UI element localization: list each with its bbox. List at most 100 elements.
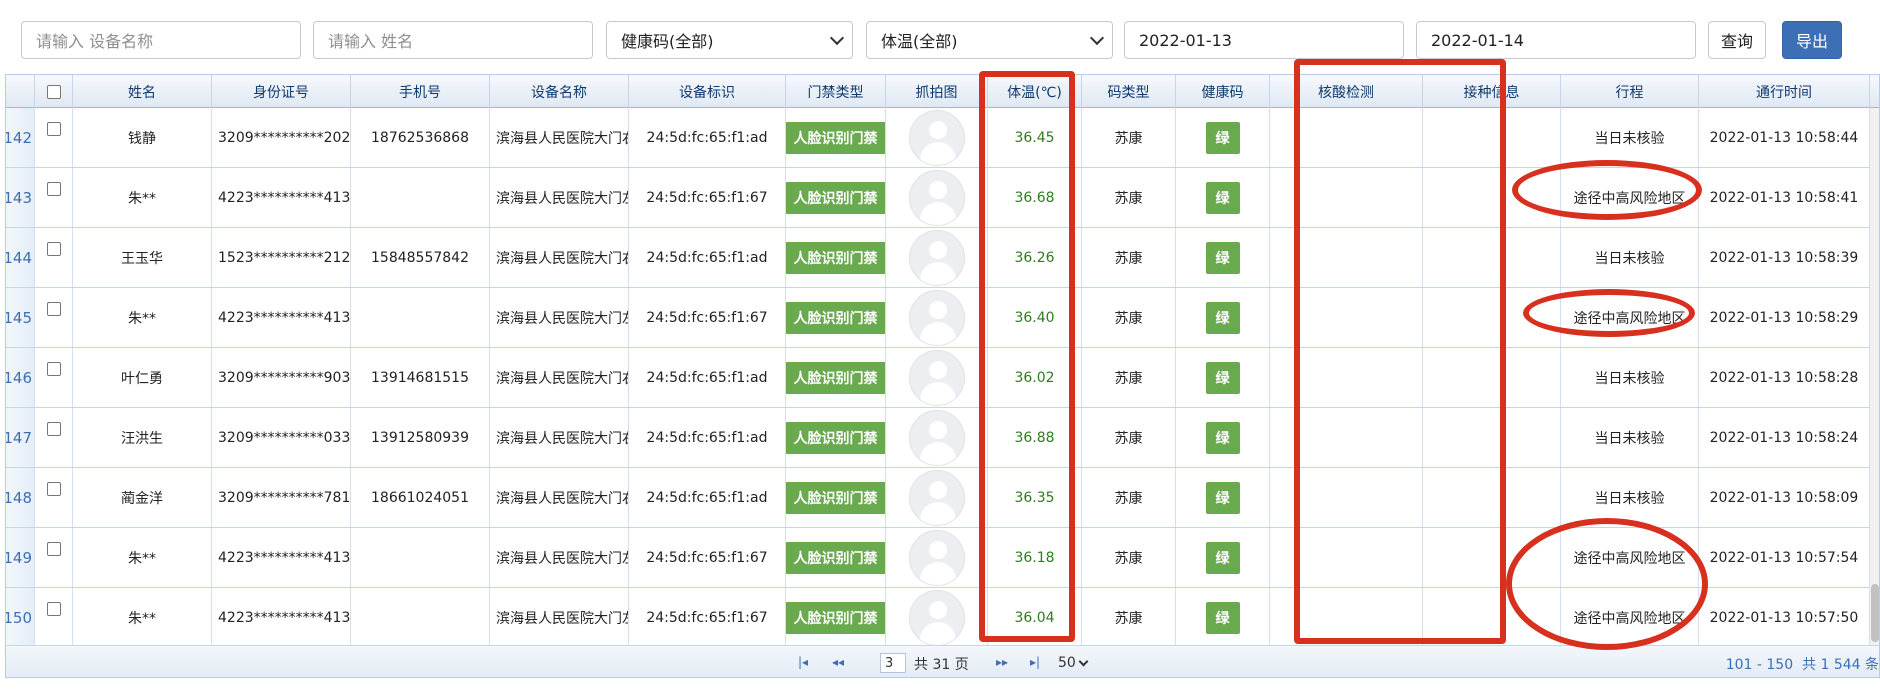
cell-gate: 人脸识别门禁	[786, 168, 886, 227]
scrollbar-thumb[interactable]	[1871, 584, 1879, 642]
header-nucleic: 核酸检测	[1270, 75, 1423, 108]
avatar-body	[919, 561, 956, 585]
cell-nucleic	[1270, 288, 1423, 347]
health-code-badge: 绿	[1205, 541, 1240, 574]
cell-trip: 当日未核验	[1561, 468, 1699, 527]
row-checkbox[interactable]	[46, 182, 61, 196]
row-select-cell	[35, 528, 73, 587]
snapshot-avatar[interactable]	[908, 349, 965, 406]
cell-temp: 36.45	[988, 108, 1082, 167]
cell-photo	[886, 288, 988, 347]
cell-trip: 途径中高风险地区	[1561, 288, 1699, 347]
row-number: 147	[6, 408, 35, 467]
snapshot-avatar[interactable]	[908, 529, 965, 586]
cell-device: 滨海县人民医院大门右侧	[490, 468, 629, 527]
row-checkbox[interactable]	[46, 242, 61, 256]
row-checkbox[interactable]	[46, 302, 61, 316]
device-name-input[interactable]: 请输入 设备名称	[21, 21, 301, 59]
cell-phone: 18762536868	[351, 108, 490, 167]
row-checkbox[interactable]	[46, 602, 61, 616]
last-page-icon[interactable]: ▸|	[1030, 655, 1040, 669]
cell-photo	[886, 528, 988, 587]
query-button[interactable]: 查询	[1708, 21, 1766, 59]
chevron-down-icon	[1078, 656, 1089, 666]
cell-name: 钱静	[73, 108, 212, 167]
cell-phone	[351, 288, 490, 347]
avatar-body	[919, 441, 956, 465]
snapshot-avatar[interactable]	[908, 289, 965, 346]
avatar-body	[919, 141, 956, 165]
table-row[interactable]: 149 朱**4223**********4134 滨海县人民医院大门左侧24:5d…	[6, 528, 1879, 588]
table-row[interactable]: 144 王玉华 1523**********2127 15848557842 滨海县人民…	[6, 228, 1879, 288]
table-row[interactable]: 147 汪洪生 3209**********0338 13912580939 滨海县人民…	[6, 408, 1879, 468]
cell-nucleic	[1270, 588, 1423, 647]
table-row[interactable]: 148 蔺金洋 3209**********7811 18661024051 滨海县人民…	[6, 468, 1879, 528]
cell-vaccine	[1423, 108, 1561, 167]
row-checkbox[interactable]	[46, 482, 61, 496]
row-checkbox[interactable]	[46, 542, 61, 556]
cell-gate: 人脸识别门禁	[786, 288, 886, 347]
table-row[interactable]: 146 叶仁勇 3209**********9033 13914681515 滨海县人民…	[6, 348, 1879, 408]
page-number-input[interactable]: 3	[880, 653, 906, 673]
cell-code: 绿	[1176, 528, 1270, 587]
export-button[interactable]: 导出	[1782, 21, 1842, 59]
select-all-checkbox[interactable]	[46, 84, 61, 99]
cell-temp: 36.88	[988, 408, 1082, 467]
cell-nucleic	[1270, 408, 1423, 467]
health-code-select[interactable]: 健康码(全部)	[606, 21, 853, 59]
chevron-down-icon	[1089, 30, 1105, 45]
cell-temp: 36.68	[988, 168, 1082, 227]
snapshot-avatar[interactable]	[908, 589, 965, 646]
cell-name: 王玉华	[73, 228, 212, 287]
snapshot-avatar[interactable]	[908, 109, 965, 166]
first-page-icon[interactable]: |◂	[798, 655, 808, 669]
grid-header: 姓名 身份证号 手机号 设备名称 设备标识 门禁类型 抓拍图 体温(℃) 码类型 健康码 核酸检测接…	[6, 75, 1879, 108]
header-vaccine: 接种信息	[1423, 75, 1561, 108]
cell-trip: 途径中高风险地区	[1561, 528, 1699, 587]
cell-name: 汪洪生	[73, 408, 212, 467]
header-photo: 抓拍图	[886, 75, 988, 108]
row-number: 143	[6, 168, 35, 227]
table-row[interactable]: 145 朱**4223**********4134 滨海县人民医院大门左侧24:5d…	[6, 288, 1879, 348]
next-page-icon[interactable]: ▸▸	[996, 655, 1008, 669]
cell-photo	[886, 348, 988, 407]
cell-phone	[351, 528, 490, 587]
header-gate: 门禁类型	[786, 75, 886, 108]
snapshot-avatar[interactable]	[908, 229, 965, 286]
cell-code-type: 苏康	[1082, 168, 1176, 227]
cell-phone	[351, 168, 490, 227]
end-date-input[interactable]: 2022-01-14	[1416, 21, 1696, 59]
avatar-head	[928, 540, 947, 559]
cell-temp: 36.18	[988, 528, 1082, 587]
cell-id: 4223**********4134	[212, 528, 351, 587]
table-row[interactable]: 143 朱**4223**********4134 滨海县人民医院大门左侧24:5d…	[6, 168, 1879, 228]
header-phone: 手机号	[351, 75, 490, 108]
snapshot-avatar[interactable]	[908, 169, 965, 226]
table-row[interactable]: 150 朱**4223**********4134 滨海县人民医院大门左侧24:5d…	[6, 588, 1879, 648]
snapshot-avatar[interactable]	[908, 469, 965, 526]
record-range-info: 101 - 150 共 1 544 条	[1726, 654, 1879, 674]
table-row[interactable]: 142 钱静 3209**********2022 18762536868 滨海县人民医…	[6, 108, 1879, 168]
health-code-badge: 绿	[1205, 301, 1240, 334]
header-mac: 设备标识	[629, 75, 786, 108]
header-code: 健康码	[1176, 75, 1270, 108]
vertical-scrollbar[interactable]	[1870, 108, 1879, 645]
cell-code-type: 苏康	[1082, 348, 1176, 407]
avatar-body	[919, 201, 956, 225]
health-code-badge: 绿	[1205, 421, 1240, 454]
row-checkbox[interactable]	[46, 122, 61, 136]
page-size-select[interactable]: 50	[1058, 652, 1089, 674]
temperature-select[interactable]: 体温(全部)	[866, 21, 1113, 59]
row-checkbox[interactable]	[46, 362, 61, 376]
avatar-head	[928, 120, 947, 139]
person-name-input[interactable]: 请输入 姓名	[313, 21, 593, 59]
cell-photo	[886, 468, 988, 527]
snapshot-avatar[interactable]	[908, 409, 965, 466]
row-number: 144	[6, 228, 35, 287]
start-date-input[interactable]: 2022-01-13	[1124, 21, 1404, 59]
row-checkbox[interactable]	[46, 422, 61, 436]
cell-vaccine	[1423, 408, 1561, 467]
prev-page-icon[interactable]: ◂◂	[832, 655, 844, 669]
gate-type-badge: 人脸识别门禁	[786, 421, 885, 454]
row-number: 149	[6, 528, 35, 587]
